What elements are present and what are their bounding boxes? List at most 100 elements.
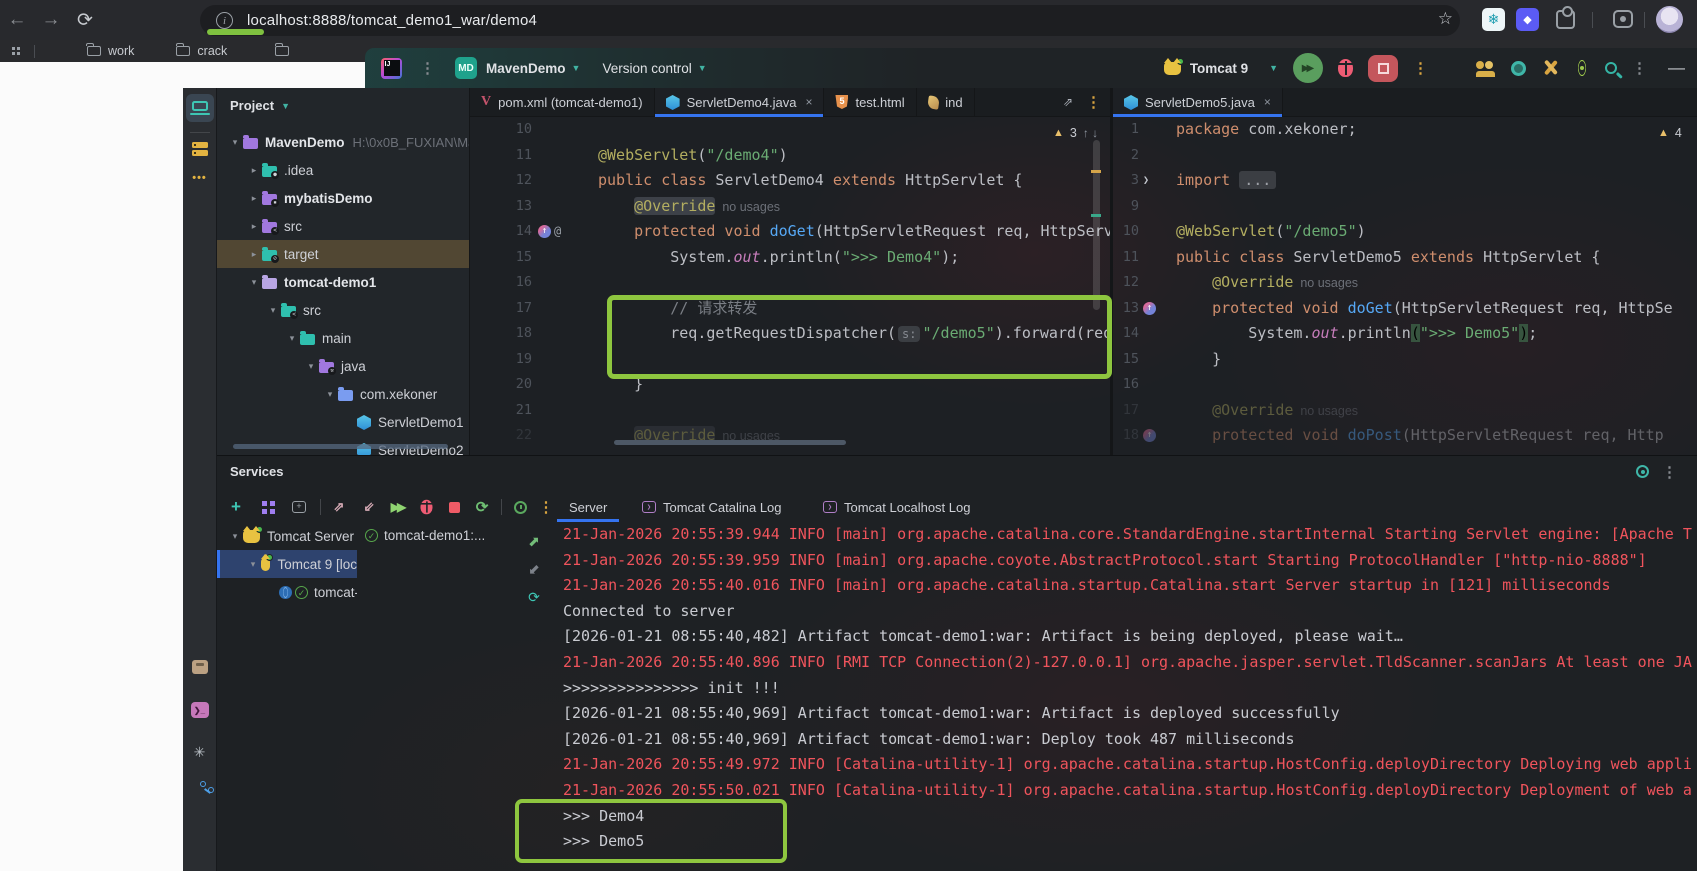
services-tool-icon[interactable] xyxy=(191,142,208,156)
code-line[interactable]: 11 public class ServletDemo5 extends Http… xyxy=(1113,245,1697,271)
address-bar[interactable]: i localhost:8888/tomcat_demo1_war/demo4 xyxy=(200,5,1460,36)
settings-wrench-icon[interactable] xyxy=(1541,59,1559,77)
profile-avatar[interactable] xyxy=(1656,6,1683,33)
tree-item--idea[interactable]: ▸ ● .idea xyxy=(217,156,469,184)
tree-item-mavendemo[interactable]: ▾ MavenDemo H:\0x0B_FUXIAN\Maven xyxy=(217,128,469,156)
bookmark-item[interactable]: crack xyxy=(175,43,227,58)
tab-ind[interactable]: ind xyxy=(917,88,975,116)
info-stripe-mark[interactable] xyxy=(1091,214,1101,217)
apps-grid-icon[interactable] xyxy=(12,47,20,55)
tab-options-kebab-icon[interactable]: ⋮ xyxy=(1086,93,1101,111)
vcs-widget[interactable]: Version control xyxy=(602,61,691,76)
bookmark-item[interactable]: work xyxy=(86,43,134,58)
search-everywhere-icon[interactable] xyxy=(1605,62,1617,74)
editor-horizontal-scrollbar[interactable] xyxy=(614,440,846,445)
log-line[interactable]: 21-Jan-2026 20:55:39.944 INFO [main] org… xyxy=(557,522,1697,548)
chevron-icon[interactable]: ▾ xyxy=(245,559,261,570)
log-line[interactable]: 21-Jan-2026 20:55:40.016 INFO [main] org… xyxy=(557,573,1697,599)
rerun-server-button[interactable]: ▶▶ xyxy=(385,494,409,520)
code-line[interactable]: 11 @WebServlet("/demo4") xyxy=(470,143,1110,169)
warning-stripe-mark[interactable] xyxy=(1091,170,1101,173)
code-line[interactable]: 21 xyxy=(470,398,1110,424)
log-line[interactable]: 21-Jan-2026 20:55:40.896 INFO [RMI TCP C… xyxy=(557,650,1697,676)
tree-item-src[interactable]: ▸ < src xyxy=(217,212,469,240)
code-line[interactable]: 17 @Override no usages xyxy=(1113,398,1697,424)
service-item-tomcat-9-loc[interactable]: ▾ Tomcat 9 [loc xyxy=(217,550,357,578)
code-line[interactable]: 2 xyxy=(1113,143,1697,169)
redeploy-button[interactable]: ⟳ xyxy=(471,494,493,520)
tree-item-src[interactable]: ▾ < src xyxy=(217,296,469,324)
deploy-icon[interactable]: ⬈ xyxy=(523,530,545,552)
undeploy-icon[interactable]: ⬋ xyxy=(523,558,545,580)
close-icon[interactable]: × xyxy=(1264,95,1271,109)
tree-item-mybatisdemo[interactable]: ▸ ▪ mybatisDemo xyxy=(217,184,469,212)
console-tab-tomcat-catalina-log[interactable]: ❯ Tomcat Catalina Log xyxy=(642,492,782,522)
terminal-tool-icon[interactable]: ❯_ xyxy=(190,702,209,718)
debug-server-button[interactable] xyxy=(415,494,437,520)
overrides-gutter-icon[interactable]: ↑ xyxy=(538,225,551,239)
stop-server-button[interactable] xyxy=(443,494,465,520)
code-line[interactable]: 13 ↑ protected void doGet(HttpServletRequ… xyxy=(1113,296,1697,322)
overrides-gutter-icon[interactable]: ↑ xyxy=(1143,429,1156,443)
tab-pom-xml-tomcat-demo1-[interactable]: Vpom.xml (tomcat-demo1) xyxy=(470,88,655,116)
console-tab-server[interactable]: Server xyxy=(556,492,620,522)
log-line[interactable]: [2026-01-21 08:55:40,482] Artifact tomca… xyxy=(557,624,1697,650)
tree-item-servletdemo1[interactable]: ServletDemo1 xyxy=(217,408,469,436)
chevron-icon[interactable]: ▾ xyxy=(303,361,319,372)
inspection-widget-left[interactable]: ▲ 3 ↑ ↓ xyxy=(1053,126,1098,140)
expand-all-icon[interactable]: ⇗ xyxy=(328,494,350,520)
console-tab-tomcat-localhost-log[interactable]: ❯ Tomcat Localhost Log xyxy=(823,492,970,522)
inspection-widget-right[interactable]: ▲ 4 xyxy=(1658,126,1682,140)
add-to-panel-icon[interactable]: + xyxy=(288,494,310,520)
reload-icon[interactable]: ⟳ xyxy=(68,3,102,37)
tree-item-main[interactable]: ▾ main xyxy=(217,324,469,352)
forward-icon[interactable]: → xyxy=(34,3,68,37)
extension-snowflake-icon[interactable]: ❄ xyxy=(1482,8,1505,31)
folder-icon[interactable] xyxy=(274,43,290,56)
stop-button[interactable] xyxy=(1368,54,1398,82)
more-tools-icon[interactable]: ••• xyxy=(192,172,207,184)
add-service-button[interactable]: + xyxy=(225,494,247,520)
chevron-icon[interactable]: ▸ xyxy=(246,193,262,204)
code-line[interactable]: 14 System.out.println(">>> Demo5"); xyxy=(1113,321,1697,347)
extensions-puzzle-icon[interactable] xyxy=(1556,6,1575,29)
log-line[interactable]: 21-Jan-2026 20:55:39.959 INFO [main] org… xyxy=(557,548,1697,574)
window-kebab-icon[interactable]: ⋮ xyxy=(1632,59,1647,77)
code-line[interactable]: 3 ❯ import ... xyxy=(1113,168,1697,194)
extension-purple-icon[interactable]: ◆ xyxy=(1516,8,1539,31)
code-line[interactable]: 16 xyxy=(1113,372,1697,398)
site-info-icon[interactable]: i xyxy=(216,12,233,29)
minimize-button[interactable]: — xyxy=(1668,58,1685,78)
back-icon[interactable]: ← xyxy=(0,3,34,37)
code-line[interactable]: 16 xyxy=(470,270,1110,296)
log-line[interactable]: [2026-01-21 08:55:40,969] Artifact tomca… xyxy=(557,701,1697,727)
chevron-icon[interactable]: ▾ xyxy=(227,531,243,542)
project-tool-button[interactable] xyxy=(185,94,214,122)
show-history-icon[interactable] xyxy=(509,494,531,520)
code-line[interactable]: 12 public class ServletDemo4 extends Http… xyxy=(470,168,1110,194)
code-line[interactable]: 18 ↑ protected void doPost(HttpServletReq… xyxy=(1113,423,1697,449)
target-icon[interactable] xyxy=(1636,465,1649,478)
log-line[interactable]: 21-Jan-2026 20:55:49.972 INFO [Catalina-… xyxy=(557,752,1697,778)
more-run-actions-kebab-icon[interactable]: ⋮ xyxy=(1413,59,1428,77)
intellij-logo-icon[interactable]: IJ xyxy=(381,57,402,79)
project-panel-title[interactable]: Project xyxy=(230,98,274,113)
tree-item-java[interactable]: ▾ ⚒ java xyxy=(217,352,469,380)
code-line[interactable]: 12 @Override no usages xyxy=(1113,270,1697,296)
code-line[interactable]: 15 System.out.println(">>> Demo4"); xyxy=(470,245,1110,271)
horizontal-scrollbar[interactable] xyxy=(233,444,448,449)
tab-servletdemo4-java[interactable]: ServletDemo4.java × xyxy=(654,88,825,117)
code-line[interactable]: 9 xyxy=(1113,194,1697,220)
close-icon[interactable]: × xyxy=(805,95,812,109)
console-kebab-icon[interactable]: ⋮ xyxy=(537,494,555,520)
collapse-all-icon[interactable]: ⇙ xyxy=(358,494,380,520)
services-options-kebab-icon[interactable]: ⋮ xyxy=(1662,463,1677,481)
service-item-tomcat-server[interactable]: ▾ Tomcat Server xyxy=(217,522,357,550)
expand-icon[interactable]: ⇗ xyxy=(1063,95,1073,109)
tree-item-target[interactable]: ▸ ⊘ target xyxy=(217,240,469,268)
main-menu-kebab-icon[interactable]: ⋮ xyxy=(420,59,435,77)
debug-tool-icon[interactable]: ✳ xyxy=(194,744,206,761)
tab-servletdemo5-java[interactable]: ServletDemo5.java × xyxy=(1113,88,1283,117)
profiler-icon[interactable] xyxy=(1511,60,1526,76)
log-line[interactable]: [2026-01-21 08:55:40,969] Artifact tomca… xyxy=(557,727,1697,753)
